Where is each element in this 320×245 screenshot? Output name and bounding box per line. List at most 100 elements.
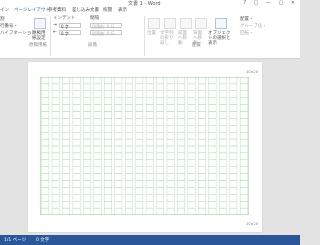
grid-cell: [51, 159, 60, 167]
align-button[interactable]: 配置・: [240, 17, 254, 22]
grid-cell: [145, 207, 154, 215]
grid-cell: [156, 90, 165, 98]
grid-cell: [187, 111, 196, 119]
position-button[interactable]: 位置: [147, 31, 156, 36]
grid-cell: [135, 90, 144, 98]
bring-forward-icon: [180, 18, 192, 29]
grid-cell: [208, 187, 217, 195]
grid-cell: [104, 207, 112, 215]
grid-cell: [51, 125, 60, 133]
grid-cell: [93, 83, 102, 91]
page-count[interactable]: 1/1 ページ: [4, 237, 26, 243]
grid-cell: [177, 111, 185, 119]
grid-cell: [208, 159, 217, 167]
grid-cell: [62, 111, 70, 119]
grid-cell: [239, 138, 248, 147]
grid-cell: [72, 97, 81, 105]
selection-pane-button[interactable]: オブジェクトの選択と表示: [208, 31, 234, 46]
grid-cell: [114, 173, 123, 181]
indent-left-input[interactable]: 0 字: [59, 23, 81, 29]
grid-cell: [72, 90, 81, 98]
grid-cell: [145, 97, 154, 105]
grid-cell: [229, 138, 238, 147]
grid-cell: [93, 194, 102, 202]
grid-cell: [219, 159, 227, 167]
grid-cell: [83, 77, 91, 85]
grid-cell: [198, 138, 206, 147]
grid-cell: [229, 180, 238, 188]
grid-cell: [177, 166, 185, 174]
grid-cell: [239, 152, 248, 160]
grid-cell: [239, 97, 248, 105]
document-page[interactable]: 20×20 20×20: [28, 62, 262, 232]
grid-cell: [166, 173, 175, 181]
status-bar: 1/1 ページ 0 文字: [0, 235, 300, 245]
grid-cell: [93, 104, 102, 112]
grid-cell: [177, 138, 185, 147]
grid-cell: [72, 145, 81, 154]
grid-cell: [62, 138, 70, 147]
grid-cell: [124, 97, 133, 105]
grid-cell: [51, 90, 60, 98]
grid-cell: [104, 118, 112, 126]
grid-cell: [62, 104, 70, 112]
grid-cell: [93, 77, 102, 85]
grid-cell: [145, 180, 154, 188]
grid-cell: [198, 159, 206, 167]
grid-cell: [239, 125, 248, 133]
grid-cell: [229, 194, 238, 202]
grid-cell: [62, 180, 70, 188]
grid-cell: [229, 111, 238, 119]
grid-cell: [156, 173, 165, 181]
grid-cell: [124, 138, 133, 147]
grid-cell: [145, 159, 154, 167]
grid-cell: [135, 83, 144, 91]
grid-cell: [104, 152, 112, 160]
group-button[interactable]: グループ化・: [240, 24, 267, 29]
grid-cell: [114, 152, 123, 160]
rotate-button[interactable]: 回転・: [240, 31, 254, 36]
grid-cell: [208, 201, 217, 209]
grid-cell: [51, 132, 60, 140]
wrap-text-button[interactable]: 文字列の折り返し: [160, 31, 177, 46]
grid-cell: [104, 159, 112, 167]
spacing-before-input[interactable]: 段落前: 0 行: [90, 23, 122, 29]
grid-cell: [62, 145, 70, 154]
grid-cell: [177, 125, 185, 133]
grid-cell: [72, 138, 81, 147]
grid-cell: [83, 201, 91, 209]
grid-cell: [114, 97, 123, 105]
grid-cell: [145, 132, 154, 140]
grid-cell: [83, 118, 91, 126]
breaks-button[interactable]: 割: [0, 17, 5, 22]
grid-cell: [187, 180, 196, 188]
grid-cell: [219, 83, 227, 91]
grid-cell: [239, 104, 248, 112]
wrap-text-icon: [164, 18, 176, 29]
grid-cell: [114, 125, 123, 133]
grid-cell: [219, 77, 227, 85]
word-count[interactable]: 0 文字: [36, 237, 49, 243]
grid-cell: [104, 132, 112, 140]
grid-cell: [104, 187, 112, 195]
grid-cell: [93, 97, 102, 105]
grid-cell: [93, 145, 102, 154]
manuscript-settings-button[interactable]: 原稿用紙設定: [32, 31, 48, 41]
grid-cell: [177, 201, 185, 209]
grid-cell: [41, 97, 50, 105]
grid-cell: [114, 180, 123, 188]
grid-cell: [156, 145, 165, 154]
grid-cell: [229, 187, 238, 195]
grid-cell: [72, 187, 81, 195]
grid-cell: [156, 194, 165, 202]
grid-cell: [83, 187, 91, 195]
bring-forward-button[interactable]: 前面へ移動: [178, 31, 191, 46]
line-numbers-button[interactable]: 行番号・: [0, 24, 18, 29]
window-controls[interactable]: ? ▢ — ▢ ✕: [243, 0, 298, 6]
paragraph-group-label: 段落: [88, 43, 97, 48]
grid-cell: [208, 125, 217, 133]
indent-right-input[interactable]: 0 字: [59, 30, 81, 36]
grid-cell: [208, 180, 217, 188]
spacing-after-input[interactable]: 段落後: 0 行: [90, 30, 122, 36]
grid-cell: [114, 207, 123, 215]
